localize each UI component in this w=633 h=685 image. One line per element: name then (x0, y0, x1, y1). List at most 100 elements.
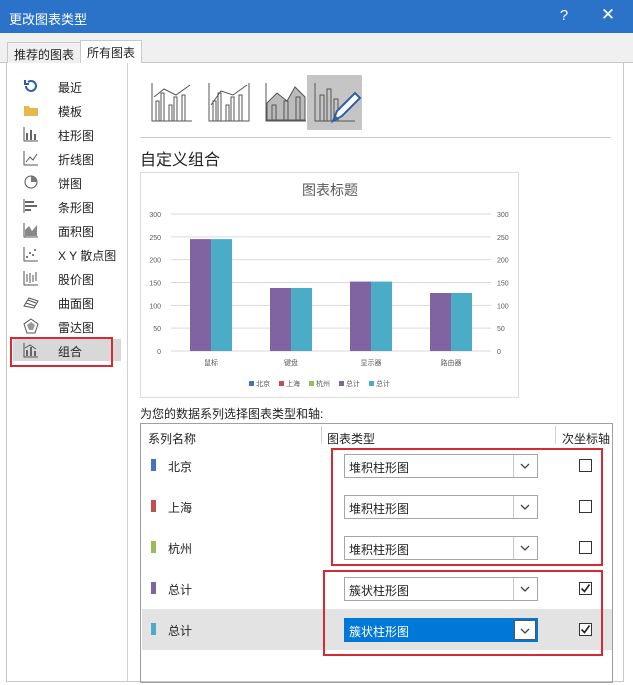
column-chart-icon (23, 127, 38, 142)
sidebar-item-label: 雷达图 (58, 321, 95, 335)
combo-subtype-clustered-line-secondary[interactable] (201, 75, 256, 130)
sidebar-item-templates[interactable]: 模板 (13, 99, 121, 121)
sidebar-item-pie[interactable]: 饼图 (13, 171, 121, 193)
clustered-column-line-icon (151, 83, 192, 122)
chart-type-sidebar: 最近 模板 柱形图 折线图 饼图 条形图 面积图 X Y 散点图 股价图 曲面图… (7, 63, 128, 681)
legend-entry: 杭州 (316, 379, 330, 388)
bar (371, 281, 392, 351)
stock-chart-icon (23, 271, 38, 286)
sidebar-item-line[interactable]: 折线图 (13, 147, 121, 169)
bar (190, 239, 211, 351)
highlight-frame (323, 570, 603, 656)
sidebar-item-bar[interactable]: 条形图 (13, 195, 121, 217)
bar (451, 293, 472, 351)
y-tick-label: 250 (149, 235, 161, 242)
legend-swatch (339, 381, 344, 386)
sidebar-item-column[interactable]: 柱形图 (13, 123, 121, 145)
folder-icon (24, 106, 38, 116)
y-tick-label: 150 (149, 281, 161, 288)
bar (211, 239, 232, 351)
x-tick-label: 键盘 (284, 358, 298, 367)
scatter-chart-icon (23, 247, 38, 262)
y-tick-label: 200 (149, 258, 161, 265)
legend-entry: 总计 (346, 379, 360, 388)
sidebar-item-label: 折线图 (58, 153, 95, 167)
chart-preview: 图表标题 0 50 100 150 200 250 300 0 50 100 150 200 250 30… (140, 172, 519, 398)
bar (350, 281, 371, 351)
recent-icon (24, 80, 37, 92)
sidebar-item-recent[interactable]: 最近 (13, 75, 121, 97)
pie-chart-icon (24, 175, 38, 189)
sidebar-item-stock[interactable]: 股价图 (13, 267, 121, 289)
series-color-swatch (151, 500, 156, 512)
series-color-swatch (151, 459, 156, 471)
combo-subtype-clustered-line[interactable] (144, 75, 199, 130)
sidebar-item-area[interactable]: 面积图 (13, 219, 121, 241)
y-tick-label: 0 (157, 349, 161, 356)
clustered-column-line-secondary-icon (208, 83, 250, 122)
secondary-y-tick-label: 200 (497, 258, 509, 265)
sidebar-item-scatter[interactable]: X Y 散点图 (13, 243, 121, 265)
combo-chart: 图表标题 0 50 100 150 200 250 300 0 50 100 150 200 250 30… (149, 182, 509, 388)
y-tick-label: 50 (153, 326, 161, 333)
sidebar-item-label: 最近 (58, 81, 83, 95)
combo-subtype-custom[interactable] (307, 75, 362, 130)
legend-swatch (249, 381, 254, 386)
gallery-separator (140, 137, 611, 138)
secondary-y-tick-label: 100 (497, 303, 509, 310)
series-prompt: 为您的数据系列选择图表类型和轴: (140, 407, 324, 421)
sidebar-item-label: 面积图 (58, 225, 95, 239)
series-color-swatch (151, 623, 156, 635)
sidebar-item-surface[interactable]: 曲面图 (13, 291, 121, 313)
sidebar-item-label: 模板 (58, 105, 83, 119)
radar-chart-icon (23, 318, 39, 334)
header-divider (321, 426, 322, 444)
surface-chart-icon (23, 297, 39, 309)
legend-swatch (279, 381, 284, 386)
section-title: 自定义组合 (140, 152, 221, 169)
sidebar-item-radar[interactable]: 雷达图 (13, 315, 121, 337)
tab-recommended-charts[interactable]: 推荐的图表 (7, 42, 82, 63)
sidebar-item-label: 柱形图 (58, 129, 95, 143)
bar (430, 293, 451, 351)
legend-entry: 总计 (376, 379, 390, 388)
combo-subtype-stacked-area[interactable] (258, 75, 313, 130)
sidebar-item-label: X Y 散点图 (58, 249, 117, 263)
secondary-y-tick-label: 50 (497, 326, 505, 333)
tab-all-charts[interactable]: 所有图表 (80, 40, 143, 64)
header-divider (555, 426, 556, 444)
bar-chart-icon (23, 199, 37, 213)
help-button[interactable]: ? (556, 7, 572, 24)
secondary-y-tick-label: 250 (497, 235, 509, 242)
bar (270, 287, 291, 351)
legend-swatch (309, 381, 314, 386)
series-name: 北京 (168, 460, 193, 474)
x-tick-label: 显示器 (361, 359, 382, 367)
y-tick-label: 100 (149, 303, 161, 310)
window-title: 更改图表类型 (9, 12, 88, 27)
sidebar-item-label: 曲面图 (58, 297, 95, 311)
highlight-frame (331, 448, 603, 566)
series-color-swatch (151, 582, 156, 594)
chart-title: 图表标题 (302, 182, 358, 198)
line-chart-icon (23, 151, 38, 166)
highlight-frame (10, 337, 113, 367)
bar (291, 287, 312, 351)
sidebar-item-label: 饼图 (58, 177, 83, 191)
sidebar-item-label: 股价图 (58, 273, 95, 287)
legend-entry: 上海 (286, 379, 300, 388)
secondary-y-tick-label: 300 (497, 212, 509, 219)
legend-entry: 北京 (256, 379, 270, 388)
close-button[interactable]: ✕ (598, 5, 618, 25)
sidebar-item-label: 条形图 (58, 201, 95, 215)
series-name: 杭州 (168, 542, 193, 556)
series-name: 总计 (168, 624, 193, 638)
y-tick-label: 300 (149, 212, 161, 219)
x-tick-label: 鼠标 (204, 358, 218, 367)
legend-swatch (369, 381, 374, 386)
secondary-y-tick-label: 0 (497, 349, 501, 356)
area-chart-icon (23, 223, 38, 238)
x-tick-label: 路由器 (441, 358, 462, 367)
series-name: 总计 (168, 583, 193, 597)
series-name: 上海 (168, 501, 193, 515)
